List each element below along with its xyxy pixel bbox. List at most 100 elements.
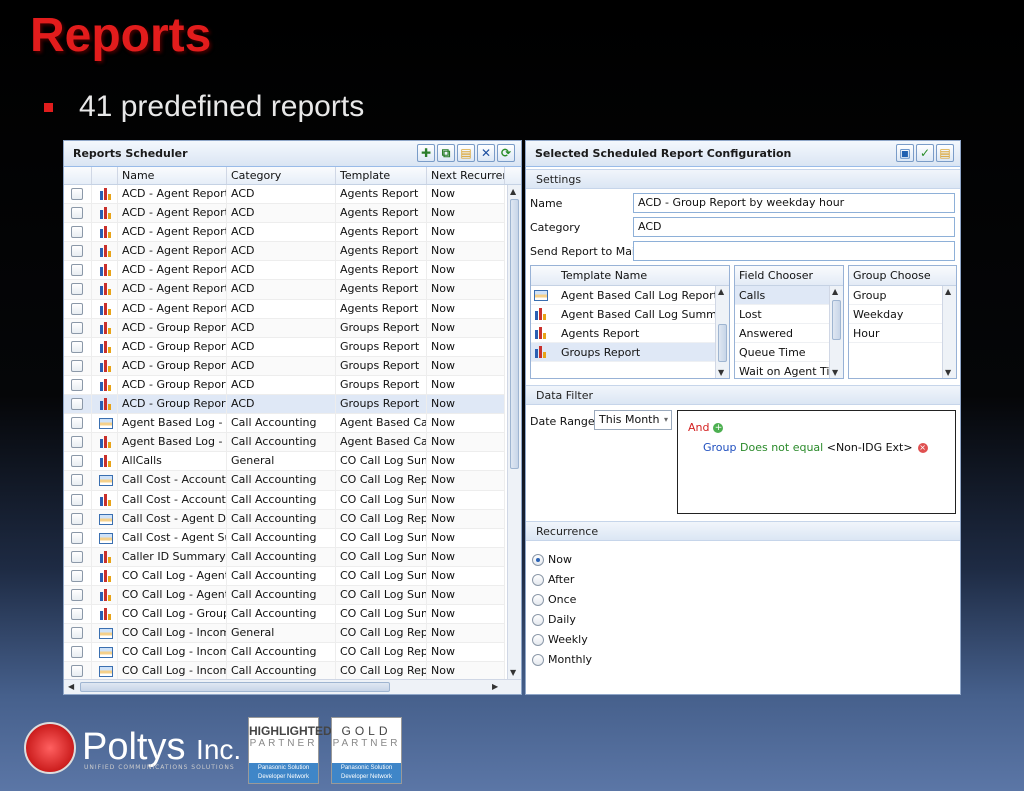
table-row[interactable]: CO Call Log - Agent Call Accounting CO Cal… [64, 566, 505, 586]
refresh-icon[interactable]: ⟳ [497, 144, 515, 162]
row-checkbox[interactable] [71, 512, 83, 525]
scroll-left-icon[interactable]: ◀ [68, 682, 74, 691]
run-report-icon[interactable]: ▤ [457, 144, 475, 162]
template-item[interactable]: Agent Based Call Log Report [531, 286, 729, 305]
row-checkbox[interactable] [71, 302, 83, 315]
column-next-recurrence[interactable]: Next Recurren [427, 167, 505, 184]
filter-value[interactable]: <Non-IDG Ext> [827, 441, 913, 454]
row-checkbox[interactable] [71, 588, 83, 601]
row-checkbox[interactable] [71, 398, 83, 411]
scroll-thumb[interactable] [832, 300, 841, 340]
row-checkbox[interactable] [71, 665, 83, 678]
table-row[interactable]: ACD - Group Report ACD Groups Report Now [64, 395, 505, 415]
scheduler-horizontal-scrollbar[interactable]: ◀ ▶ [64, 679, 521, 694]
row-checkbox[interactable] [71, 245, 83, 258]
name-field[interactable]: ACD - Group Report by weekday hour [633, 193, 955, 213]
scroll-up-icon[interactable]: ▲ [718, 287, 724, 296]
scroll-up-icon[interactable]: ▲ [510, 187, 516, 196]
preview-icon[interactable]: ▣ [896, 144, 914, 162]
field-item[interactable]: Calls [735, 286, 843, 305]
table-row[interactable]: ACD - Agent Report ACD Agents Report Now [64, 204, 505, 224]
filter-field[interactable]: Group [703, 441, 737, 454]
row-checkbox[interactable] [71, 436, 83, 449]
row-checkbox[interactable] [71, 608, 83, 621]
field-scrollbar[interactable]: ▲ ▼ [829, 286, 843, 378]
row-checkbox[interactable] [71, 569, 83, 582]
select-column-header[interactable] [64, 167, 92, 184]
scroll-down-icon[interactable]: ▼ [510, 668, 516, 677]
recurrence-option-now[interactable]: Now [532, 553, 572, 566]
column-template[interactable]: Template [336, 167, 427, 184]
date-range-select[interactable]: This Month ▾ [594, 410, 672, 430]
row-checkbox[interactable] [71, 188, 83, 200]
table-row[interactable]: Call Cost - Agent De Call Accounting CO Ca… [64, 509, 505, 529]
scroll-down-icon[interactable]: ▼ [832, 368, 838, 377]
row-checkbox[interactable] [71, 646, 83, 659]
add-icon[interactable]: ✚ [417, 144, 435, 162]
recurrence-option-after[interactable]: After [532, 573, 574, 586]
scheduler-vertical-scrollbar[interactable]: ▲ ▼ [507, 185, 521, 679]
scroll-thumb[interactable] [510, 199, 519, 469]
remove-condition-icon[interactable]: × [917, 442, 928, 453]
scroll-up-icon[interactable]: ▲ [945, 287, 951, 296]
filter-editor[interactable]: And + Group Does not equal <Non-IDG Ext>… [677, 410, 956, 514]
table-row[interactable]: CO Call Log - Incom General CO Call Log Re… [64, 624, 505, 644]
template-scrollbar[interactable]: ▲ ▼ [715, 286, 729, 378]
table-row[interactable]: ACD - Group Report ACD Groups Report Now [64, 356, 505, 376]
radio-button[interactable] [532, 553, 544, 566]
recurrence-option-once[interactable]: Once [532, 593, 576, 606]
field-item[interactable]: Answered [735, 324, 843, 343]
row-checkbox[interactable] [71, 359, 83, 372]
table-row[interactable]: ACD - Group Report ACD Groups Report Now [64, 318, 505, 338]
template-item[interactable]: Agents Report [531, 324, 729, 343]
table-row[interactable]: CO Call Log - Group Call Accounting CO Cal… [64, 605, 505, 625]
row-checkbox[interactable] [71, 378, 83, 391]
table-row[interactable]: ACD - Agent Report ACD Agents Report Now [64, 280, 505, 300]
scroll-thumb[interactable] [718, 324, 727, 362]
export-icon[interactable]: ▤ [936, 144, 954, 162]
recurrence-option-monthly[interactable]: Monthly [532, 653, 592, 666]
column-name[interactable]: Name [118, 167, 227, 184]
group-scrollbar[interactable]: ▲ ▼ [942, 286, 956, 378]
radio-button[interactable] [532, 573, 544, 586]
table-row[interactable]: ACD - Agent Report ACD Agents Report Now [64, 223, 505, 243]
row-checkbox[interactable] [71, 455, 83, 468]
filter-and-operator[interactable]: And [688, 421, 709, 434]
table-row[interactable]: ACD - Agent Report ACD Agents Report Now [64, 261, 505, 281]
table-row[interactable]: CO Call Log - Agent Call Accounting CO Cal… [64, 585, 505, 606]
row-checkbox[interactable] [71, 226, 83, 239]
table-row[interactable]: ACD - Group Report ACD Groups Report Now [64, 375, 505, 396]
recurrence-option-weekly[interactable]: Weekly [532, 633, 588, 646]
group-item[interactable]: Group [849, 286, 956, 305]
save-check-icon[interactable]: ✓ [916, 144, 934, 162]
row-checkbox[interactable] [71, 474, 83, 487]
table-row[interactable]: Caller ID Summary Call Accounting CO Call … [64, 547, 505, 567]
row-checkbox[interactable] [71, 340, 83, 353]
radio-button[interactable] [532, 613, 544, 626]
scroll-down-icon[interactable]: ▼ [945, 368, 951, 377]
row-checkbox[interactable] [71, 283, 83, 296]
field-item[interactable]: Wait on Agent Ti [735, 362, 843, 378]
row-checkbox[interactable] [71, 531, 83, 544]
table-row[interactable]: ACD - Group Report ACD Groups Report Now [64, 337, 505, 357]
scroll-down-icon[interactable]: ▼ [718, 368, 724, 377]
group-item[interactable]: Weekday [849, 305, 956, 324]
row-checkbox[interactable] [71, 493, 83, 506]
radio-button[interactable] [532, 653, 544, 666]
scroll-right-icon[interactable]: ▶ [492, 682, 498, 691]
mail-field[interactable] [633, 241, 955, 261]
table-row[interactable]: Agent Based Log - I Call Accounting Agent … [64, 433, 505, 453]
row-checkbox[interactable] [71, 207, 83, 220]
row-checkbox[interactable] [71, 417, 83, 430]
row-checkbox[interactable] [71, 264, 83, 277]
column-category[interactable]: Category [227, 167, 336, 184]
table-row[interactable]: Call Cost - Account I Call Accounting CO C… [64, 471, 505, 491]
table-row[interactable]: CO Call Log - Incom Call Accounting CO Cal… [64, 662, 505, 679]
table-row[interactable]: ACD - Agent Report ACD Agents Report Now [64, 299, 505, 319]
scroll-up-icon[interactable]: ▲ [832, 287, 838, 296]
recurrence-option-daily[interactable]: Daily [532, 613, 576, 626]
chevron-down-icon[interactable]: ▾ [664, 411, 668, 429]
row-checkbox[interactable] [71, 321, 83, 334]
filter-operator[interactable]: Does not equal [740, 441, 823, 454]
delete-icon[interactable]: ✕ [477, 144, 495, 162]
